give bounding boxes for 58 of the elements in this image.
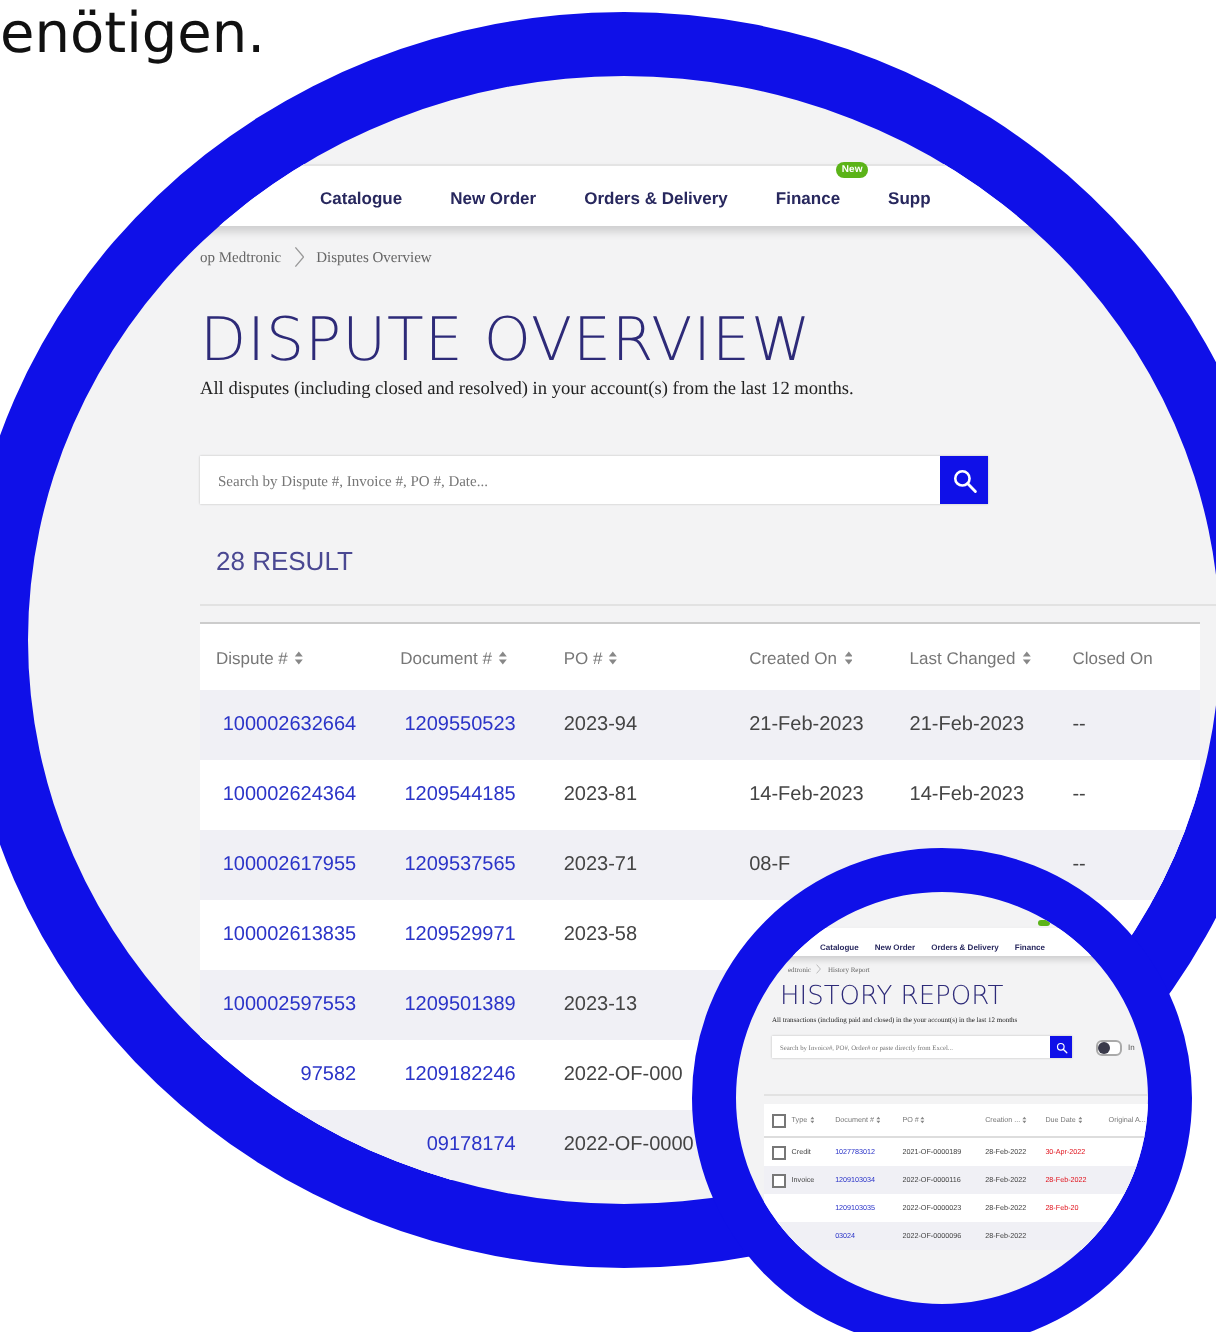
search-icon xyxy=(1055,1041,1067,1053)
column-header[interactable]: Created On xyxy=(749,647,838,667)
table-link[interactable]: 09178174 xyxy=(426,1134,516,1156)
table-link[interactable]: 1209529971 xyxy=(404,924,516,946)
table-link[interactable]: 1209182246 xyxy=(404,1064,516,1086)
nav-link[interactable]: Catalogue xyxy=(320,188,403,208)
sort-icon[interactable] xyxy=(1021,649,1032,665)
caption-text: enötigen. xyxy=(0,0,266,68)
nav-link[interactable]: Orders & Delivery xyxy=(584,188,728,208)
table-link[interactable]: 100002613835 xyxy=(222,924,357,946)
table-link[interactable]: 100002624364 xyxy=(222,784,357,806)
toggle-switch[interactable] xyxy=(1096,1039,1122,1055)
sort-icon[interactable] xyxy=(809,1116,814,1124)
row-checkbox[interactable] xyxy=(772,1145,786,1159)
table-cell: -- xyxy=(1072,784,1086,806)
chevron-icon xyxy=(293,246,305,268)
table-cell: 2022-OF-000 xyxy=(563,1064,683,1086)
table-cell: 2023-94 xyxy=(563,714,638,736)
result-count: 28 RESULT xyxy=(216,546,355,576)
table-cell: 14-Feb-2023 xyxy=(749,784,864,806)
nav-link[interactable]: Supp xyxy=(888,188,931,208)
table-link[interactable]: 1209544185 xyxy=(404,784,516,806)
table-cell: 2023-13 xyxy=(563,994,638,1016)
table-cell: 2022-OF-0000 xyxy=(563,1134,694,1156)
sort-icon[interactable] xyxy=(497,649,508,665)
sort-icon[interactable] xyxy=(1022,1116,1028,1124)
table-cell: 2023-58 xyxy=(563,924,638,946)
search-icon xyxy=(951,467,977,493)
row-checkbox[interactable] xyxy=(772,1173,786,1187)
table-cell: 21-Feb-2023 xyxy=(749,714,864,736)
sort-icon[interactable] xyxy=(1077,1116,1083,1124)
page-title: HISTORY REPORT xyxy=(780,984,1006,1012)
table-cell: -- xyxy=(1072,854,1086,876)
column-header[interactable]: Dispute # xyxy=(216,647,288,667)
sort-icon[interactable] xyxy=(875,1116,881,1124)
table-cell: 2023-81 xyxy=(563,784,638,806)
table-cell: 21-Feb-2023 xyxy=(909,714,1025,736)
nav-link[interactable]: Finance xyxy=(775,188,841,208)
table-cell: 14-Feb-2023 xyxy=(909,784,1025,806)
table-cell: 2023-71 xyxy=(563,854,638,876)
table-link[interactable]: 97582 xyxy=(300,1064,357,1086)
search-button[interactable] xyxy=(1050,1036,1072,1058)
column-header[interactable]: Closed On xyxy=(1072,647,1153,667)
column-header[interactable]: PO # xyxy=(563,647,603,667)
sort-icon[interactable] xyxy=(843,649,853,665)
chevron-icon xyxy=(816,964,822,974)
checkbox[interactable] xyxy=(772,1113,786,1127)
table-cell: -- xyxy=(1072,714,1086,736)
search-button[interactable] xyxy=(940,456,988,504)
page-subtitle: All disputes (including closed and resolved) in your account(s) from the last 12 months. xyxy=(200,380,856,400)
sort-icon[interactable] xyxy=(920,1116,926,1124)
sort-icon[interactable] xyxy=(293,649,304,665)
table-cell: 08-F xyxy=(749,854,791,876)
page-title: DISPUTE OVERVIEW xyxy=(200,312,814,372)
nav-link[interactable]: New Order xyxy=(450,188,537,208)
column-header[interactable]: Last Changed xyxy=(909,647,1016,667)
column-header[interactable]: Document # xyxy=(400,647,492,667)
sort-icon[interactable] xyxy=(608,649,618,665)
